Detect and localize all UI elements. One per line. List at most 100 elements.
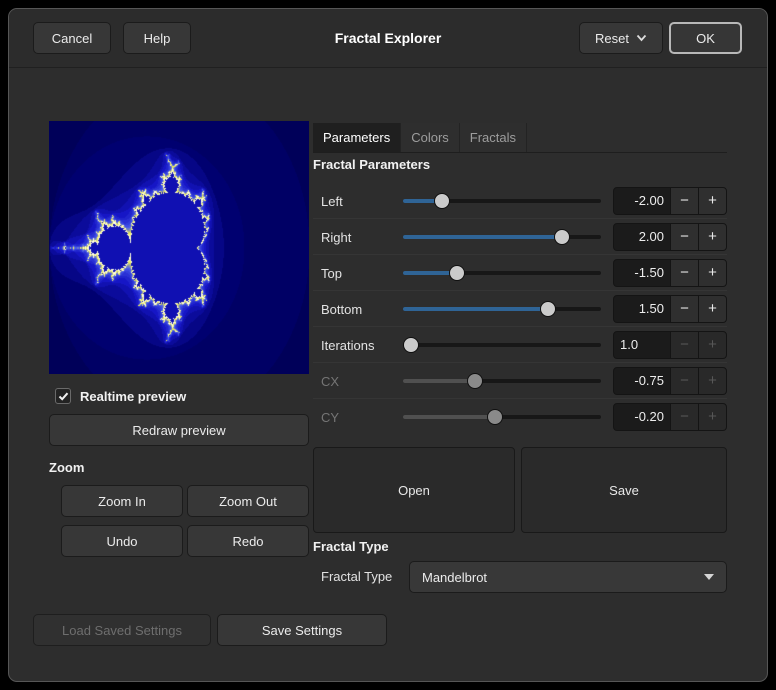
value-entry[interactable]: -0.75 <box>614 368 670 394</box>
realtime-preview-row[interactable]: Realtime preview <box>55 387 186 405</box>
left-slider[interactable] <box>403 183 601 219</box>
cx-spinbutton: -0.75 − + <box>613 367 727 395</box>
slider-handle <box>487 409 503 425</box>
fractal-type-heading: Fractal Type <box>313 539 389 554</box>
right-slider[interactable] <box>403 219 601 255</box>
slider-fill <box>403 271 453 275</box>
slider-track <box>403 379 601 383</box>
notebook-tabs: Parameters Colors Fractals <box>313 123 727 153</box>
cy-spinbutton: -0.20 − + <box>613 403 727 431</box>
fractal-type-dropdown[interactable]: Mandelbrot <box>409 561 727 593</box>
param-label: CX <box>313 374 401 389</box>
param-row-cx: CX -0.75 − + <box>313 363 727 399</box>
tab-fractals[interactable]: Fractals <box>460 123 527 152</box>
reset-label: Reset <box>595 31 629 46</box>
bottom-slider[interactable] <box>403 291 601 327</box>
param-row-iterations: Iterations 1.0 − + <box>313 327 727 363</box>
param-label: Top <box>313 266 401 281</box>
reset-dropdown-button[interactable]: Reset <box>579 22 663 54</box>
help-button[interactable]: Help <box>123 22 191 54</box>
slider-fill <box>403 415 494 419</box>
slider-handle <box>467 373 483 389</box>
slider-track <box>403 235 601 239</box>
slider-handle[interactable] <box>554 229 570 245</box>
param-row-cy: CY -0.20 − + <box>313 399 727 435</box>
fractal-explorer-dialog: Cancel Help Fractal Explorer Reset OK Re… <box>8 8 768 682</box>
decrement-button[interactable]: − <box>671 296 698 322</box>
value-entry[interactable]: 1.50 <box>614 296 670 322</box>
slider-handle[interactable] <box>449 265 465 281</box>
save-button[interactable]: Save <box>521 447 727 533</box>
load-saved-settings-button[interactable]: Load Saved Settings <box>33 614 211 646</box>
right-spinbutton: 2.00 − + <box>613 223 727 251</box>
decrement-button[interactable]: − <box>671 224 698 250</box>
value-entry[interactable]: 2.00 <box>614 224 670 250</box>
fractal-type-label: Fractal Type <box>321 561 392 593</box>
zoom-in-button[interactable]: Zoom In <box>61 485 183 517</box>
top-slider[interactable] <box>403 255 601 291</box>
slider-track <box>403 307 601 311</box>
cy-slider <box>403 399 601 435</box>
zoom-heading: Zoom <box>49 460 84 475</box>
value-entry[interactable]: -1.50 <box>614 260 670 286</box>
cancel-button[interactable]: Cancel <box>33 22 111 54</box>
param-row-bottom: Bottom 1.50 − + <box>313 291 727 327</box>
param-label: CY <box>313 410 401 425</box>
slider-track <box>403 271 601 275</box>
save-settings-button[interactable]: Save Settings <box>217 614 387 646</box>
increment-button[interactable]: + <box>699 260 726 286</box>
check-icon <box>58 391 69 402</box>
param-label: Bottom <box>313 302 401 317</box>
redo-button[interactable]: Redo <box>187 525 309 557</box>
param-label: Iterations <box>313 338 401 353</box>
realtime-preview-checkbox[interactable] <box>55 388 71 404</box>
decrement-button: − <box>671 404 698 430</box>
slider-handle[interactable] <box>403 337 419 353</box>
decrement-button[interactable]: − <box>671 332 698 358</box>
increment-button[interactable]: + <box>699 224 726 250</box>
increment-button[interactable]: + <box>699 188 726 214</box>
slider-track <box>403 343 601 347</box>
slider-handle[interactable] <box>540 301 556 317</box>
dropdown-arrow-icon <box>704 574 714 580</box>
increment-button: + <box>699 404 726 430</box>
decrement-button[interactable]: − <box>671 260 698 286</box>
param-row-right: Right 2.00 − + <box>313 219 727 255</box>
iterations-slider[interactable] <box>403 327 601 363</box>
param-label: Right <box>313 230 401 245</box>
tab-colors[interactable]: Colors <box>401 123 460 152</box>
slider-fill <box>403 379 472 383</box>
value-entry[interactable]: 1.0 <box>614 332 670 358</box>
tab-parameters[interactable]: Parameters <box>313 123 401 152</box>
fractal-preview[interactable] <box>49 121 309 374</box>
iterations-spinbutton: 1.0 − + <box>613 331 727 359</box>
realtime-preview-label: Realtime preview <box>80 389 186 404</box>
ok-button[interactable]: OK <box>669 22 742 54</box>
decrement-button: − <box>671 368 698 394</box>
left-spinbutton: -2.00 − + <box>613 187 727 215</box>
top-spinbutton: -1.50 − + <box>613 259 727 287</box>
cx-slider <box>403 363 601 399</box>
value-entry[interactable]: -0.20 <box>614 404 670 430</box>
slider-track <box>403 199 601 203</box>
increment-button[interactable]: + <box>699 296 726 322</box>
undo-button[interactable]: Undo <box>61 525 183 557</box>
increment-button: + <box>699 368 726 394</box>
titlebar[interactable]: Cancel Help Fractal Explorer Reset OK <box>9 9 767 68</box>
slider-fill <box>403 235 567 239</box>
redraw-preview-button[interactable]: Redraw preview <box>49 414 309 446</box>
open-button[interactable]: Open <box>313 447 515 533</box>
param-row-left: Left -2.00 − + <box>313 183 727 219</box>
slider-fill <box>403 199 437 203</box>
chevron-down-icon <box>636 34 647 42</box>
fractal-type-value: Mandelbrot <box>422 570 487 585</box>
zoom-out-button[interactable]: Zoom Out <box>187 485 309 517</box>
value-entry[interactable]: -2.00 <box>614 188 670 214</box>
param-row-top: Top -1.50 − + <box>313 255 727 291</box>
param-label: Left <box>313 194 401 209</box>
slider-fill <box>403 307 552 311</box>
decrement-button[interactable]: − <box>671 188 698 214</box>
slider-handle[interactable] <box>434 193 450 209</box>
fractal-parameters-heading: Fractal Parameters <box>313 157 430 172</box>
increment-button[interactable]: + <box>699 332 726 358</box>
